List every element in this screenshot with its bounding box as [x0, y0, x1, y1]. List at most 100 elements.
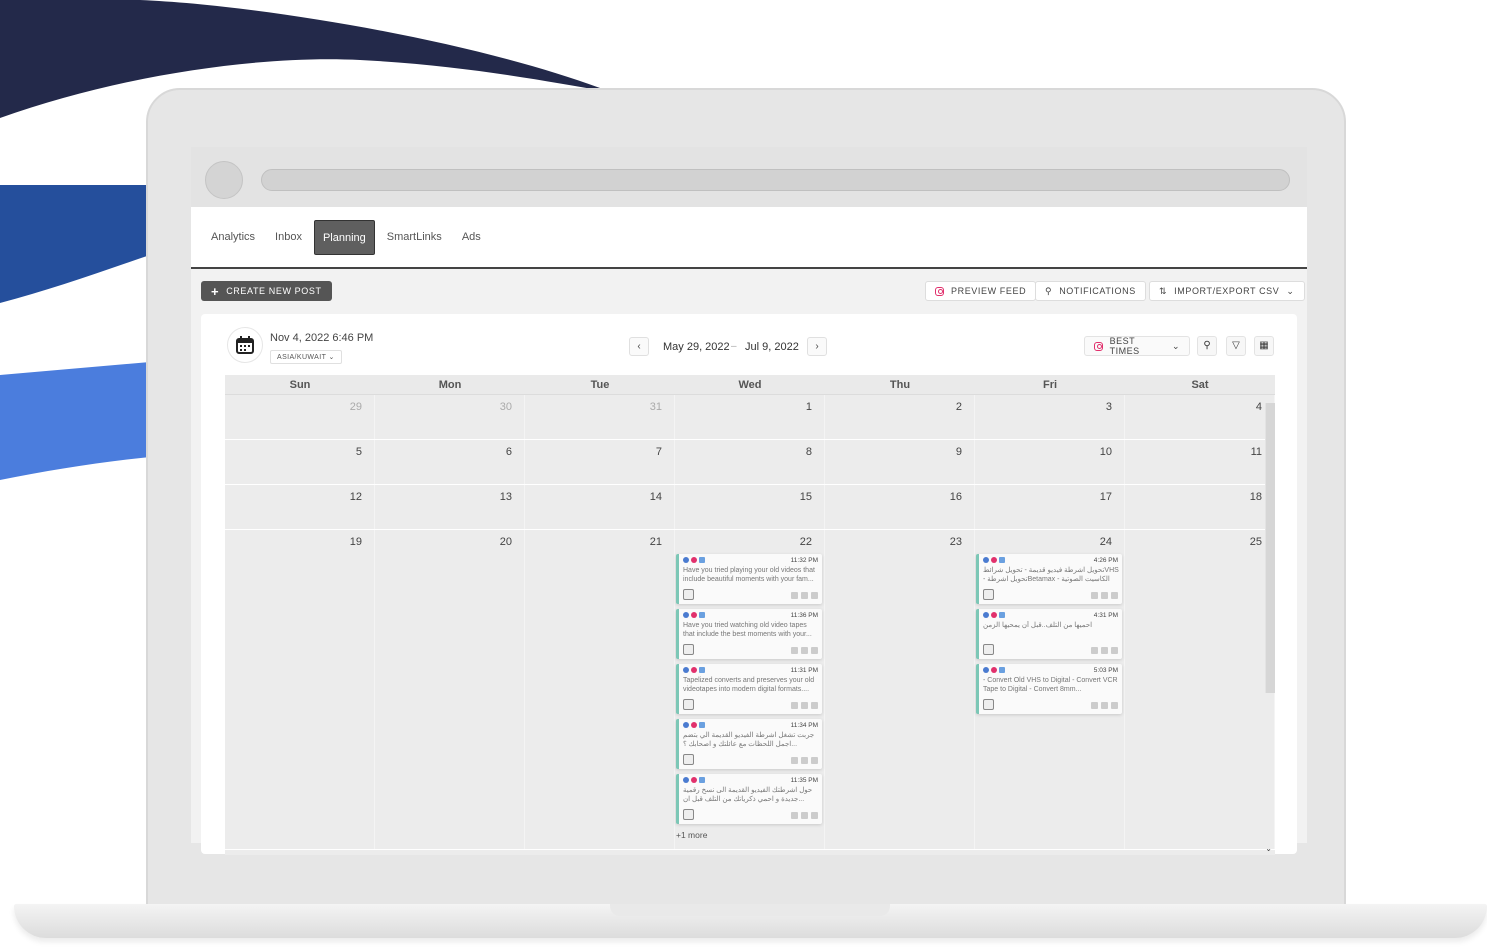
delete-icon[interactable] — [811, 812, 818, 819]
duplicate-icon[interactable] — [1101, 702, 1108, 709]
delete-icon[interactable] — [811, 757, 818, 764]
calendar-day-cell[interactable]: 5 — [225, 440, 375, 484]
tab-analytics[interactable]: Analytics — [203, 220, 263, 255]
delete-icon[interactable] — [811, 592, 818, 599]
calendar-day-cell[interactable]: 8 — [675, 440, 825, 484]
edit-icon[interactable] — [791, 812, 798, 819]
calendar-day-cell[interactable]: 20 — [375, 530, 525, 849]
edit-icon[interactable] — [791, 647, 798, 654]
tab-ads[interactable]: Ads — [454, 220, 489, 255]
scheduled-post-card[interactable]: 5:03 PM - Convert Old VHS to Digital - Co… — [976, 664, 1122, 714]
scheduled-post-card[interactable]: 11:32 PM Have you tried playing your old … — [676, 554, 822, 604]
calendar-day-cell[interactable]: 7 — [525, 440, 675, 484]
day-number: 13 — [499, 491, 512, 503]
scheduled-post-card[interactable]: 11:34 PM جربت تشغل اشرطة الفيديو القديمة … — [676, 719, 822, 769]
create-new-post-button[interactable]: + CREATE NEW POST — [201, 281, 332, 301]
calendar-day-cell[interactable]: 21 — [525, 530, 675, 849]
calendar-day-cell[interactable]: 6 — [375, 440, 525, 484]
calendar-day-cell[interactable]: 10 — [975, 440, 1125, 484]
calendar-day-cell[interactable]: 16 — [825, 485, 975, 529]
scheduled-post-card[interactable]: 11:36 PM Have you tried watching old vide… — [676, 609, 822, 659]
filter-button[interactable]: ▽ — [1226, 336, 1246, 356]
edit-icon[interactable] — [791, 757, 798, 764]
duplicate-icon[interactable] — [801, 757, 808, 764]
scrollbar[interactable] — [1265, 403, 1275, 693]
delete-icon[interactable] — [1111, 647, 1118, 654]
post-text: Have you tried playing your old videos t… — [683, 567, 815, 583]
avatar[interactable] — [205, 161, 243, 199]
calendar-day-cell[interactable]: 29 — [225, 395, 375, 439]
duplicate-icon[interactable] — [1101, 647, 1108, 654]
calendar-day-cell[interactable]: 12 — [225, 485, 375, 529]
scroll-down-icon[interactable]: ⌄ — [1265, 844, 1272, 853]
best-times-button[interactable]: BEST TIMES ⌄ — [1084, 336, 1190, 356]
preview-feed-button[interactable]: PREVIEW FEED — [925, 281, 1037, 301]
more-posts-link[interactable]: +1 more — [676, 830, 707, 840]
edit-icon[interactable] — [791, 702, 798, 709]
calendar-day-cell[interactable]: 31 — [525, 395, 675, 439]
scheduled-post-card[interactable]: 11:31 PM Tapelized converts and preserves… — [676, 664, 822, 714]
calendar-day-cell[interactable]: 9 — [825, 440, 975, 484]
post-actions — [791, 757, 818, 764]
calendar-day-cell[interactable]: 3 — [975, 395, 1125, 439]
calendar-day-cell[interactable]: 24 4:26 PM تحويل اشرطة فيديو قديمة - تحويل… — [975, 530, 1125, 849]
duplicate-icon[interactable] — [801, 812, 808, 819]
post-time: 4:31 PM — [1093, 612, 1118, 619]
scheduled-post-card[interactable]: 4:26 PM تحويل اشرطة فيديو قديمة - تحويل ش… — [976, 554, 1122, 604]
edit-icon[interactable] — [791, 592, 798, 599]
edit-icon[interactable] — [1091, 647, 1098, 654]
calendar-day-cell[interactable]: 14 — [525, 485, 675, 529]
next-range-button[interactable]: › — [807, 337, 827, 356]
import-export-button[interactable]: ⇅ IMPORT/EXPORT CSV ⌄ — [1149, 281, 1305, 301]
search-button[interactable]: ⚲ — [1197, 336, 1217, 356]
delete-icon[interactable] — [1111, 592, 1118, 599]
calendar-day-cell[interactable]: 13 — [375, 485, 525, 529]
notifications-label: NOTIFICATIONS — [1059, 286, 1136, 296]
calendar-day-cell[interactable]: 23 — [825, 530, 975, 849]
import-export-label: IMPORT/EXPORT CSV — [1174, 286, 1280, 296]
calendar-view-button[interactable]: ▦ — [1254, 336, 1274, 356]
edit-icon[interactable] — [1091, 592, 1098, 599]
calendar-day-cell[interactable]: 30 — [375, 395, 525, 439]
tab-inbox[interactable]: Inbox — [267, 220, 310, 255]
post-thumbnail — [683, 754, 694, 765]
instagram-icon — [691, 722, 697, 728]
scheduled-post-card[interactable]: 4:31 PM احميها من التلف..قبل أن يمحيها ال… — [976, 609, 1122, 659]
day-number: 8 — [805, 446, 812, 458]
facebook-icon — [983, 667, 989, 673]
calendar-day-cell[interactable]: 22 11:32 PM Have you tried playing your ol… — [675, 530, 825, 849]
instagram-icon — [691, 667, 697, 673]
scheduled-post-card[interactable]: 11:35 PM حول اشرطتك الفيديو القديمة الى ن… — [676, 774, 822, 824]
timezone-select[interactable]: ASIA/KUWAIT ⌄ — [270, 350, 342, 364]
tab-smartlinks[interactable]: SmartLinks — [379, 220, 450, 255]
calendar-day-cell[interactable]: 11 — [1125, 440, 1275, 484]
calendar-day-cell[interactable]: 2 — [825, 395, 975, 439]
calendar-day-cell[interactable]: 4 — [1125, 395, 1275, 439]
edit-icon[interactable] — [1091, 702, 1098, 709]
day-number: 9 — [955, 446, 962, 458]
calendar-day-cell[interactable]: 19 — [225, 530, 375, 849]
delete-icon[interactable] — [811, 647, 818, 654]
duplicate-icon[interactable] — [801, 592, 808, 599]
linkedin-icon — [699, 557, 705, 563]
post-time: 11:35 PM — [790, 777, 818, 784]
duplicate-icon[interactable] — [801, 647, 808, 654]
calendar-day-cell[interactable]: 17 — [975, 485, 1125, 529]
calendar-day-cell[interactable]: 1 — [675, 395, 825, 439]
calendar-day-cell[interactable]: 18 — [1125, 485, 1275, 529]
calendar-weeks: 29 30 31 1 2 3 4 5 6 7 8 9 10 11 12 13 14 15 16 17 18 19 20 21 2… — [225, 395, 1275, 850]
prev-range-button[interactable]: ‹ — [629, 337, 649, 356]
browser-bar — [191, 147, 1307, 207]
delete-icon[interactable] — [1111, 702, 1118, 709]
tab-planning[interactable]: Planning — [313, 219, 375, 255]
notifications-button[interactable]: ⚲ NOTIFICATIONS — [1035, 281, 1146, 301]
delete-icon[interactable] — [811, 702, 818, 709]
address-bar[interactable] — [261, 169, 1290, 191]
duplicate-icon[interactable] — [1101, 592, 1108, 599]
day-number: 30 — [499, 401, 512, 413]
calendar-day-cell[interactable]: 25 — [1125, 530, 1275, 849]
calendar-day-cell[interactable]: 15 — [675, 485, 825, 529]
instagram-icon — [991, 667, 997, 673]
linkedin-icon — [699, 612, 705, 618]
duplicate-icon[interactable] — [801, 702, 808, 709]
